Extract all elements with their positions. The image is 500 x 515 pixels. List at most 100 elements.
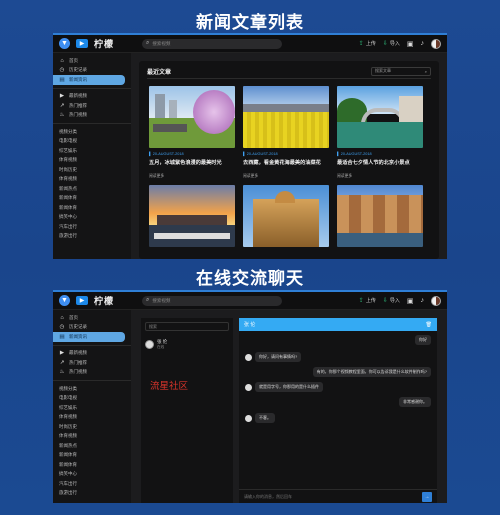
logo-badge-icon[interactable]: ▼ — [59, 38, 70, 49]
sidebar-item[interactable]: ⌂ 首页 — [53, 56, 131, 66]
category-item[interactable]: 视频分类 — [53, 384, 131, 394]
import-button[interactable]: ⇩ 导入 — [383, 297, 400, 304]
message-area: 你好 你好，请问有事情吗? 有的，你那个视频教程里面，你可以告诉我是什么软件制作吗?… — [239, 331, 437, 489]
article-card[interactable]: ▌ 20-AUGUST-2018 去西藏，看金黄花海最美的油菜花 阅读更多 — [243, 86, 329, 179]
upload-button[interactable]: ⇪ 上传 — [359, 297, 376, 304]
category-item[interactable]: 新闻体育 — [53, 451, 131, 461]
read-more-label: 阅读更多 — [149, 174, 165, 178]
category-item[interactable]: 旅游出行 — [53, 489, 131, 499]
message-bubble: 就是用字号，你那用的是什么插件 — [255, 382, 323, 392]
category-item[interactable]: 时尚历史 — [53, 422, 131, 432]
category-item[interactable]: 电影电视 — [53, 394, 131, 404]
avatar[interactable] — [431, 38, 441, 49]
bell-icon[interactable]: ♪ — [421, 297, 425, 304]
read-more-link[interactable]: 阅读更多 — [243, 174, 329, 179]
sidebar-item[interactable]: ▤ 新闻资讯 — [53, 75, 125, 85]
article-card[interactable]: ▌ 20-AUGUST-2018 最适合七夕情人节的北京小景点 阅读更多 — [337, 86, 423, 179]
article-search-input[interactable]: 搜索文章 ⌕ — [371, 66, 431, 76]
play-logo-icon[interactable]: ▶ — [76, 296, 88, 305]
chat-icon[interactable]: ▣ — [407, 297, 414, 305]
category-item[interactable]: 旅游出行 — [53, 232, 131, 242]
avatar[interactable] — [431, 295, 441, 306]
sidebar-item-label: 热门视频 — [69, 112, 87, 118]
article-title[interactable]: 去西藏，看金黄花海最美的油菜花 — [243, 159, 329, 166]
article-card[interactable] — [149, 185, 235, 247]
search-icon: ⌕ — [146, 297, 150, 303]
category-item[interactable]: 体育视频 — [53, 432, 131, 442]
panel-title: 最近文章 — [147, 69, 172, 76]
sidebar-item[interactable]: ◷ 历史记录 — [53, 323, 131, 333]
article-image[interactable] — [243, 86, 329, 148]
trash-icon[interactable]: 🗑 — [426, 322, 432, 328]
message-bubble: 非常感谢你。 — [399, 397, 431, 407]
category-item[interactable]: 综艺娱乐 — [53, 146, 131, 156]
article-card[interactable] — [243, 185, 329, 247]
message-bubble: 有的，你那个视频教程里面，你可以告诉我是什么软件制作吗? — [312, 367, 431, 377]
category-item[interactable]: 体育视频 — [53, 413, 131, 423]
category-item[interactable]: 新闻热点 — [53, 184, 131, 194]
sidebar-item[interactable]: ↗ 热门推荐 — [53, 101, 131, 111]
article-image[interactable] — [337, 185, 423, 247]
category-item[interactable]: 综艺娱乐 — [53, 403, 131, 413]
chat-message: 就是用字号，你那用的是什么插件 — [245, 382, 323, 392]
article-date: ▌ 20-AUGUST-2018 — [337, 152, 372, 156]
category-item[interactable]: 新闻体育 — [53, 460, 131, 470]
category-item[interactable]: 体育视频 — [53, 175, 131, 185]
article-date: ▌ 20-AUGUST-2018 — [243, 152, 278, 156]
sidebar-item[interactable]: ▤ 新闻资讯 — [53, 332, 125, 342]
sidebar-item-label: 热门视频 — [69, 369, 87, 375]
contact-item[interactable]: 张 伦在线 — [145, 339, 229, 350]
sidebar-item[interactable]: ♨ 热门视频 — [53, 368, 131, 378]
message-input[interactable]: 请输入你的消息，然后回车 → — [239, 489, 437, 503]
category-item[interactable]: 体育视频 — [53, 156, 131, 166]
article-card[interactable] — [337, 185, 423, 247]
article-image[interactable] — [149, 86, 235, 148]
article-image[interactable] — [149, 185, 235, 247]
search-input[interactable]: ⌕ 搜索视频 — [142, 38, 283, 49]
sidebar-item[interactable]: ⌂ 首页 — [53, 313, 131, 323]
upload-button[interactable]: ⇪ 上传 — [359, 40, 376, 47]
article-image[interactable] — [243, 185, 329, 247]
category-item[interactable]: 新闻体育 — [53, 203, 131, 213]
category-item[interactable]: 新闻热点 — [53, 441, 131, 451]
contact-search-input[interactable]: 搜索 — [145, 322, 229, 331]
import-button[interactable]: ⇩ 导入 — [383, 40, 400, 47]
sidebar-item[interactable]: ♨ 热门视频 — [53, 111, 131, 121]
logo-badge-icon[interactable]: ▼ — [59, 295, 70, 306]
watermark: 流星社区 — [150, 381, 189, 392]
upload-icon: ⇪ — [358, 298, 364, 304]
top-bar: ▼ ▶ 柠檬 ⌕ 搜索视频 ⇪ 上传 ⇩ 导入 ▣ ♪ — [53, 292, 447, 310]
sidebar-item-label: 热门推荐 — [69, 359, 87, 365]
search-input[interactable]: ⌕ 搜索视频 — [142, 295, 283, 306]
message-bubble: 你好，请问有事情吗? — [255, 352, 302, 362]
sidebar-item-label: 新闻资讯 — [69, 333, 87, 339]
sidebar: ⌂ 首页 ◷ 历史记录 ▤ 新闻资讯 ▶ 最新视频 ↗ 热门推荐 ♨ 热门视频视频分类 电影电视 综艺娱乐… — [53, 310, 131, 503]
category-item[interactable]: 电影电视 — [53, 137, 131, 147]
category-item[interactable]: 新闻体育 — [53, 194, 131, 204]
search-icon: ⌕ — [146, 40, 150, 46]
category-item[interactable]: 汽车出行 — [53, 222, 131, 232]
message-avatar — [245, 383, 252, 391]
sidebar-item[interactable]: ▶ 最新视频 — [53, 92, 131, 102]
article-title[interactable]: 五月，冰城紫色浪漫的最美时光 — [149, 159, 235, 166]
read-more-link[interactable]: 阅读更多 — [149, 174, 235, 179]
message-avatar — [245, 414, 252, 422]
chat-icon[interactable]: ▣ — [407, 40, 414, 48]
category-item[interactable]: 时尚历史 — [53, 165, 131, 175]
article-title[interactable]: 最适合七夕情人节的北京小景点 — [337, 159, 423, 166]
category-item[interactable]: 搞笑中心 — [53, 470, 131, 480]
bell-icon[interactable]: ♪ — [421, 40, 425, 47]
read-more-link[interactable]: 阅读更多 — [337, 174, 423, 179]
sidebar-item[interactable]: ↗ 热门推荐 — [53, 358, 131, 368]
trend-icon: ↗ — [59, 102, 65, 109]
article-image[interactable] — [337, 86, 423, 148]
history-icon: ◷ — [59, 67, 65, 74]
article-card[interactable]: ▌ 20-AUGUST-2018 五月，冰城紫色浪漫的最美时光 阅读更多 — [149, 86, 235, 179]
sidebar-item[interactable]: ◷ 历史记录 — [53, 66, 131, 76]
category-item[interactable]: 汽车出行 — [53, 479, 131, 489]
category-item[interactable]: 视频分类 — [53, 127, 131, 137]
category-item[interactable]: 搞笑中心 — [53, 213, 131, 223]
sidebar-item[interactable]: ▶ 最新视频 — [53, 349, 131, 359]
play-logo-icon[interactable]: ▶ — [76, 39, 88, 48]
send-button[interactable]: → — [422, 491, 432, 502]
